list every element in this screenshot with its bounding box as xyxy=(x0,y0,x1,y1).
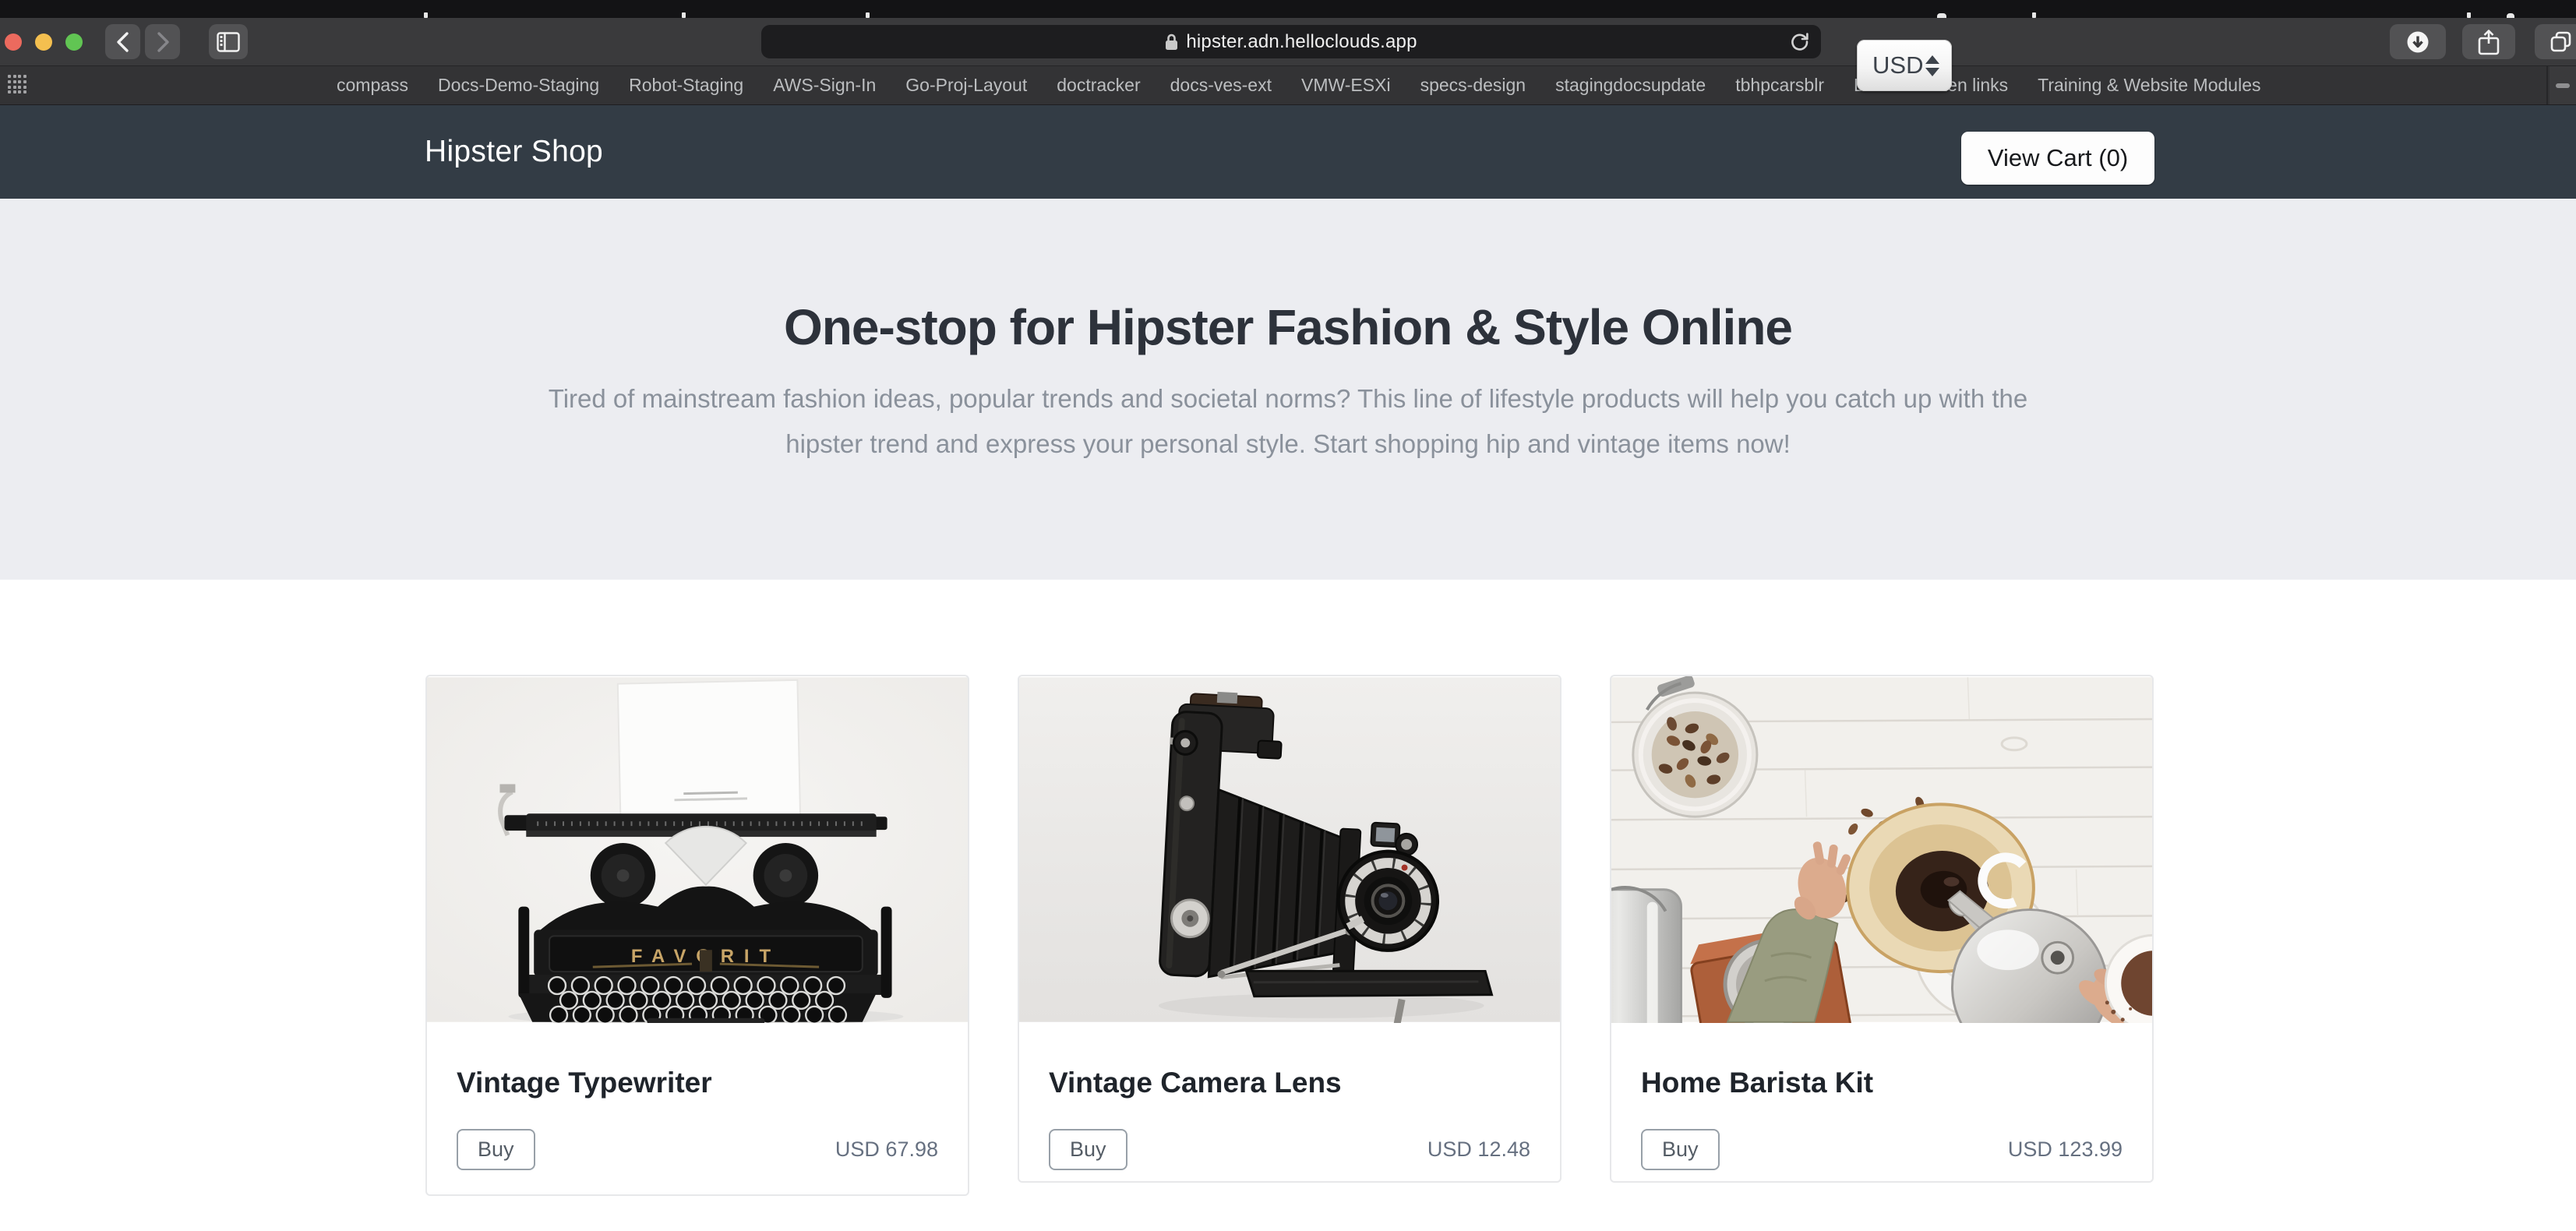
menubar-fragment xyxy=(682,12,686,18)
site-header: Hipster Shop USD View Cart (0) xyxy=(0,105,2576,199)
bookmark-list: compass Docs-Demo-Staging Robot-Staging … xyxy=(337,75,2261,96)
sidebar-icon xyxy=(217,32,240,52)
downloads-button[interactable] xyxy=(2390,24,2446,59)
bookmark-item[interactable]: Go-Proj-Layout xyxy=(905,75,1027,96)
product-card-vintage-camera-lens: Vintage Camera Lens Buy USD 12.48 xyxy=(1018,675,1561,1183)
view-cart-button[interactable]: View Cart (0) xyxy=(1961,132,2154,185)
hero-section: One-stop for Hipster Fashion & Style Onl… xyxy=(0,199,2576,580)
bookmarks-bar: compass Docs-Demo-Staging Robot-Staging … xyxy=(0,66,2576,105)
minimize-window-button[interactable] xyxy=(35,34,52,51)
reload-icon[interactable] xyxy=(1789,31,1810,52)
close-window-button[interactable] xyxy=(5,34,22,51)
currency-select[interactable]: USD xyxy=(1857,40,1952,91)
bookmark-item[interactable]: Training & Website Modules xyxy=(2038,75,2260,96)
product-grid: FAVORIT Vintage Typewriter Buy USD xyxy=(425,675,2576,1196)
hero-title: One-stop for Hipster Fashion & Style Onl… xyxy=(0,199,2576,356)
menubar-fragment xyxy=(866,12,870,18)
macos-menubar xyxy=(0,0,2576,18)
tab-overview-button[interactable] xyxy=(2535,24,2576,59)
divider xyxy=(2546,66,2548,104)
bookmark-item[interactable]: AWS-Sign-In xyxy=(773,75,876,96)
url-text: hipster.adn.helloclouds.app xyxy=(1186,31,1417,53)
hero-subtitle-line1: Tired of mainstream fashion ideas, popul… xyxy=(0,376,2576,422)
product-price: USD 123.99 xyxy=(2008,1138,2123,1162)
product-card-home-barista-kit: Home Barista Kit Buy USD 123.99 xyxy=(1610,675,2154,1183)
share-button[interactable] xyxy=(2462,24,2515,59)
select-arrows-icon xyxy=(1925,55,1939,76)
zoom-window-button[interactable] xyxy=(65,34,83,51)
download-icon xyxy=(2406,30,2430,54)
sidebar-toggle-button[interactable] xyxy=(209,24,248,59)
products-section: FAVORIT Vintage Typewriter Buy USD xyxy=(0,580,2576,1196)
product-image-typewriter[interactable]: FAVORIT xyxy=(427,676,968,1023)
bookmark-item[interactable]: doctracker xyxy=(1057,75,1140,96)
product-image-camera[interactable] xyxy=(1019,676,1560,1023)
product-card-vintage-typewriter: FAVORIT Vintage Typewriter Buy USD xyxy=(425,675,969,1196)
share-icon xyxy=(2478,29,2500,55)
bookmark-item[interactable]: Docs-Demo-Staging xyxy=(438,75,599,96)
address-bar[interactable]: hipster.adn.helloclouds.app xyxy=(761,25,1821,58)
chevron-right-icon xyxy=(154,31,171,53)
favorites-grid-icon[interactable] xyxy=(8,75,28,96)
bookmark-item[interactable]: VMW-ESXi xyxy=(1301,75,1391,96)
chevron-left-icon xyxy=(115,31,132,53)
site-logo[interactable]: Hipster Shop xyxy=(425,105,603,199)
bookmark-item[interactable]: Robot-Staging xyxy=(629,75,743,96)
product-name[interactable]: Home Barista Kit xyxy=(1641,1067,2123,1099)
scrollbar[interactable] xyxy=(2550,66,2576,104)
product-price: USD 12.48 xyxy=(1427,1138,1530,1162)
menubar-fragment xyxy=(2467,12,2471,18)
menubar-fragment xyxy=(2032,12,2036,18)
currency-value: USD xyxy=(1872,51,1923,79)
lock-icon xyxy=(1165,33,1178,51)
hero-subtitle: Tired of mainstream fashion ideas, popul… xyxy=(0,376,2576,467)
hero-subtitle-line2: hipster trend and express your personal … xyxy=(0,422,2576,467)
bookmark-item[interactable]: stagingdocsupdate xyxy=(1555,75,1706,96)
product-name[interactable]: Vintage Camera Lens xyxy=(1049,1067,1530,1099)
bookmark-item[interactable]: specs-design xyxy=(1420,75,1526,96)
back-button[interactable] xyxy=(105,24,140,59)
product-price: USD 67.98 xyxy=(835,1138,938,1162)
menubar-fragment xyxy=(424,12,428,18)
product-name[interactable]: Vintage Typewriter xyxy=(457,1067,938,1099)
buy-button[interactable]: Buy xyxy=(1641,1129,1720,1170)
buy-button[interactable]: Buy xyxy=(1049,1129,1127,1170)
buy-button[interactable]: Buy xyxy=(457,1129,535,1170)
browser-toolbar: hipster.adn.helloclouds.app xyxy=(0,18,2576,66)
forward-button[interactable] xyxy=(145,24,180,59)
bookmark-item[interactable]: compass xyxy=(337,75,408,96)
product-image-barista[interactable] xyxy=(1611,676,2152,1023)
bookmark-item[interactable]: tbhpcarsblr xyxy=(1735,75,1824,96)
tabs-icon xyxy=(2550,30,2573,54)
bookmark-item[interactable]: docs-ves-ext xyxy=(1170,75,1272,96)
